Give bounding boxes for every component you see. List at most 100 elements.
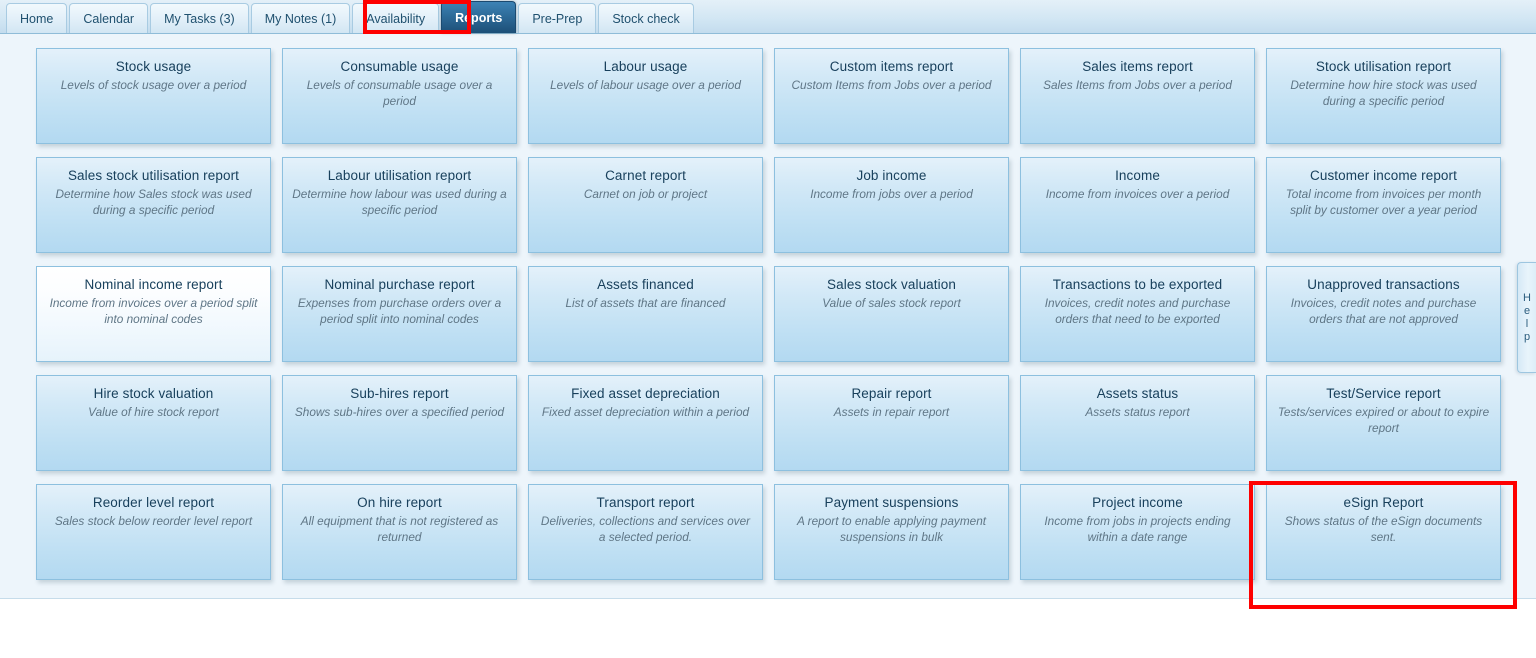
reports-page: Home Calendar My Tasks (3) My Notes (1) Avai… bbox=[0, 0, 1536, 658]
report-card[interactable]: Reorder level report Sales stock below re… bbox=[36, 484, 271, 580]
report-card-description: Levels of stock usage over a period bbox=[60, 78, 247, 92]
report-card[interactable]: Labour usage Levels of labour usage over … bbox=[528, 48, 763, 144]
report-card-description: Income from invoices over a period bbox=[1045, 187, 1230, 201]
page-footer bbox=[0, 600, 1536, 658]
report-card-description: Assets in repair report bbox=[833, 405, 950, 419]
report-card[interactable]: Customer income report Total income from … bbox=[1266, 157, 1501, 253]
report-card-description: Assets status report bbox=[1085, 405, 1190, 419]
report-card-description: Determine how Sales stock was used durin… bbox=[55, 187, 252, 217]
report-card-description: Sales Items from Jobs over a period bbox=[1043, 78, 1232, 92]
tab-calendar[interactable]: Calendar bbox=[69, 3, 149, 33]
report-card[interactable]: Income Income from invoices over a period bbox=[1020, 157, 1255, 253]
report-card-description: Determine how labour was used during a s… bbox=[292, 187, 507, 217]
report-card[interactable]: Transactions to be exported Invoices, cre… bbox=[1020, 266, 1255, 362]
report-card[interactable]: Sub-hires report Shows sub-hires over a s… bbox=[282, 375, 517, 471]
reports-card-grid: Stock usage Levels of stock usage over a … bbox=[0, 34, 1536, 580]
report-card-title: Stock usage bbox=[115, 59, 192, 74]
report-card-description: Levels of labour usage over a period bbox=[550, 78, 741, 92]
report-card-title: On hire report bbox=[357, 495, 442, 510]
report-card[interactable]: Nominal purchase report Expenses from pur… bbox=[282, 266, 517, 362]
report-card[interactable]: eSign Report Shows status of the eSign do… bbox=[1266, 484, 1501, 580]
help-tab-letter: e bbox=[1523, 304, 1531, 317]
report-card-description: Income from invoices over a period split… bbox=[49, 296, 258, 326]
report-row: Nominal income report Income from invoice… bbox=[0, 266, 1536, 362]
reports-content-panel: Stock usage Levels of stock usage over a … bbox=[0, 34, 1536, 599]
report-card-description: Sales stock below reorder level report bbox=[54, 514, 253, 528]
report-card-description: Tests/services expired or about to expir… bbox=[1277, 405, 1490, 435]
tab-my-tasks-3[interactable]: My Tasks (3) bbox=[150, 3, 249, 33]
report-card-description: Shows sub-hires over a specified period bbox=[294, 405, 505, 419]
report-card[interactable]: Nominal income report Income from invoice… bbox=[36, 266, 271, 362]
report-card-description: A report to enable applying payment susp… bbox=[796, 514, 987, 544]
help-tab-letter: l bbox=[1525, 317, 1529, 330]
report-card-title: Test/Service report bbox=[1326, 386, 1441, 401]
report-card-description: List of assets that are financed bbox=[565, 296, 726, 310]
report-card[interactable]: Carnet report Carnet on job or project bbox=[528, 157, 763, 253]
tab-my-notes-1[interactable]: My Notes (1) bbox=[250, 3, 351, 33]
report-card[interactable]: Test/Service report Tests/services expire… bbox=[1266, 375, 1501, 471]
report-card-title: Transport report bbox=[596, 495, 695, 510]
help-side-tab[interactable]: Help bbox=[1517, 262, 1536, 373]
report-card-title: Repair report bbox=[851, 386, 932, 401]
report-card[interactable]: Fixed asset depreciation Fixed asset depr… bbox=[528, 375, 763, 471]
report-card[interactable]: Sales stock utilisation report Determine … bbox=[36, 157, 271, 253]
report-card-description: Invoices, credit notes and purchase orde… bbox=[1290, 296, 1477, 326]
report-card-description: Levels of consumable usage over a period bbox=[306, 78, 493, 108]
report-card-title: Sales items report bbox=[1082, 59, 1193, 74]
report-card[interactable]: Hire stock valuation Value of hire stock … bbox=[36, 375, 271, 471]
report-card-description: Shows status of the eSign documents sent… bbox=[1284, 514, 1483, 544]
report-row: Sales stock utilisation report Determine … bbox=[0, 157, 1536, 253]
report-card[interactable]: Stock usage Levels of stock usage over a … bbox=[36, 48, 271, 144]
report-card[interactable]: Stock utilisation report Determine how hi… bbox=[1266, 48, 1501, 144]
report-card[interactable]: Payment suspensions A report to enable ap… bbox=[774, 484, 1009, 580]
report-card-description: Income from jobs over a period bbox=[810, 187, 973, 201]
report-card-title: Nominal purchase report bbox=[324, 277, 475, 292]
report-card-title: Labour usage bbox=[603, 59, 688, 74]
report-card[interactable]: On hire report All equipment that is not … bbox=[282, 484, 517, 580]
report-card-description: Carnet on job or project bbox=[583, 187, 708, 201]
report-card-title: Carnet report bbox=[605, 168, 686, 183]
report-card[interactable]: Project income Income from jobs in projec… bbox=[1020, 484, 1255, 580]
report-card[interactable]: Assets status Assets status report bbox=[1020, 375, 1255, 471]
tab-stock-check[interactable]: Stock check bbox=[598, 3, 694, 33]
report-card-title: Customer income report bbox=[1309, 168, 1457, 183]
report-card[interactable]: Sales stock valuation Value of sales stoc… bbox=[774, 266, 1009, 362]
report-card-title: Stock utilisation report bbox=[1315, 59, 1452, 74]
report-card-description: Income from jobs in projects ending with… bbox=[1044, 514, 1231, 544]
tab-availability[interactable]: Availability bbox=[352, 3, 440, 33]
report-card-title: Sub-hires report bbox=[350, 386, 449, 401]
report-card-title: Hire stock valuation bbox=[93, 386, 214, 401]
report-card-title: Labour utilisation report bbox=[327, 168, 472, 183]
report-row: Reorder level report Sales stock below re… bbox=[0, 484, 1536, 580]
report-card-description: All equipment that is not registered as … bbox=[300, 514, 499, 544]
report-card-title: Assets status bbox=[1096, 386, 1179, 401]
report-card[interactable]: Transport report Deliveries, collections … bbox=[528, 484, 763, 580]
report-row: Stock usage Levels of stock usage over a … bbox=[0, 48, 1536, 144]
tab-pre-prep[interactable]: Pre-Prep bbox=[518, 3, 597, 33]
report-card[interactable]: Labour utilisation report Determine how l… bbox=[282, 157, 517, 253]
report-card[interactable]: Custom items report Custom Items from Job… bbox=[774, 48, 1009, 144]
report-card[interactable]: Consumable usage Levels of consumable usa… bbox=[282, 48, 517, 144]
report-card-description: Expenses from purchase orders over a per… bbox=[297, 296, 502, 326]
tab-home[interactable]: Home bbox=[6, 3, 68, 33]
report-card-title: Reorder level report bbox=[92, 495, 215, 510]
report-card-title: Consumable usage bbox=[340, 59, 459, 74]
report-card-title: eSign Report bbox=[1343, 495, 1424, 510]
report-card[interactable]: Unapproved transactions Invoices, credit … bbox=[1266, 266, 1501, 362]
tab-reports[interactable]: Reports bbox=[441, 1, 517, 33]
report-card-description: Value of hire stock report bbox=[88, 405, 219, 419]
report-card[interactable]: Job income Income from jobs over a period bbox=[774, 157, 1009, 253]
report-card-title: Transactions to be exported bbox=[1052, 277, 1223, 292]
report-card[interactable]: Repair report Assets in repair report bbox=[774, 375, 1009, 471]
report-card-title: Sales stock valuation bbox=[827, 277, 956, 292]
report-card[interactable]: Sales items report Sales Items from Jobs … bbox=[1020, 48, 1255, 144]
report-card-description: Deliveries, collections and services ove… bbox=[540, 514, 751, 544]
report-card-title: Fixed asset depreciation bbox=[571, 386, 720, 401]
report-card[interactable]: Assets financed List of assets that are f… bbox=[528, 266, 763, 362]
report-card-title: Nominal income report bbox=[84, 277, 223, 292]
report-card-title: Sales stock utilisation report bbox=[67, 168, 240, 183]
report-card-title: Assets financed bbox=[597, 277, 694, 292]
main-tab-bar: Home Calendar My Tasks (3) My Notes (1) Avai… bbox=[0, 0, 1536, 34]
report-card-title: Job income bbox=[856, 168, 927, 183]
report-card-title: Unapproved transactions bbox=[1307, 277, 1460, 292]
